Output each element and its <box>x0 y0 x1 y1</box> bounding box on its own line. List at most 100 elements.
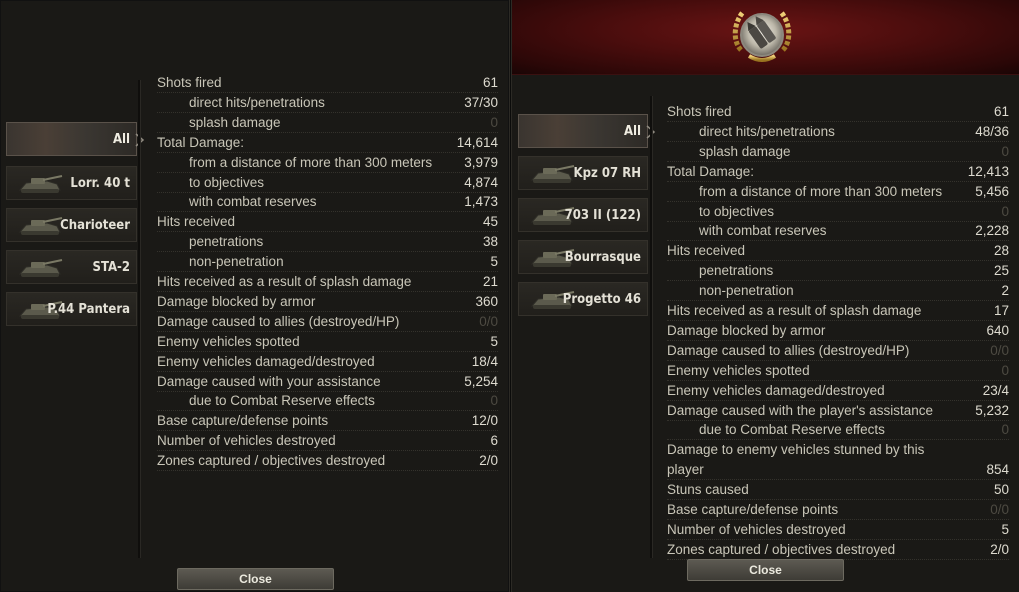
stat-row: splash damage 0 <box>667 143 1009 162</box>
stat-row: Damage caused to allies (destroyed/HP) 0/… <box>157 313 498 332</box>
stat-value: 0/0 <box>479 313 498 329</box>
stat-label: penetrations <box>699 263 774 279</box>
vehicle-tab[interactable]: P.44 Pantera <box>6 292 137 326</box>
stat-label: Damage caused to allies (destroyed/HP) <box>157 313 400 329</box>
vehicle-name: P.44 Pantera <box>47 302 130 317</box>
stat-row: Damage to enemy vehicles stunned by this <box>667 441 1009 460</box>
stat-value: 2/0 <box>479 453 498 469</box>
stat-value: 0 <box>490 114 498 130</box>
stat-label: Damage to enemy vehicles stunned by this <box>667 442 925 458</box>
vehicle-tab[interactable]: Bourrasque <box>518 240 648 274</box>
tank-icon <box>17 256 63 280</box>
vehicle-name: Charioteer <box>60 218 130 233</box>
stat-label: Damage blocked by armor <box>157 293 316 309</box>
stat-value: 5 <box>1001 521 1009 537</box>
vehicle-tab[interactable]: All <box>6 122 145 156</box>
stat-label: Damage caused to allies (destroyed/HP) <box>667 342 910 358</box>
stat-row: Enemy vehicles spotted 5 <box>157 333 498 352</box>
stat-value: 1,473 <box>464 194 498 210</box>
stat-label: with combat reserves <box>189 194 317 210</box>
stat-label: from a distance of more than 300 meters <box>189 154 433 170</box>
stat-row: due to Combat Reserve effects 0 <box>667 421 1009 441</box>
stat-row: Enemy vehicles damaged/destroyed 23/4 <box>667 382 1009 401</box>
stat-row: splash damage 0 <box>157 114 498 133</box>
medal-laurel-icon <box>732 10 792 62</box>
stat-row: with combat reserves 1,473 <box>157 193 498 213</box>
stat-value: 61 <box>482 75 498 90</box>
stat-value: 5,456 <box>975 183 1009 199</box>
stat-value: 0 <box>1001 143 1009 159</box>
stat-row: from a distance of more than 300 meters 5… <box>667 183 1009 202</box>
vehicle-tab[interactable]: All <box>518 114 656 148</box>
stat-label: penetrations <box>189 234 264 250</box>
stat-row: Damage blocked by armor 640 <box>667 322 1009 341</box>
vehicle-tab[interactable]: STA-2 <box>6 250 137 284</box>
stat-label: player <box>667 462 704 478</box>
award-banner <box>512 0 1019 75</box>
stat-label: Base capture/defense points <box>157 413 329 429</box>
vehicle-name: All <box>112 132 130 147</box>
stat-value: 37/30 <box>464 94 498 110</box>
list-divider <box>138 80 141 558</box>
vehicle-tab[interactable]: Lorr. 40 t <box>6 166 137 200</box>
stat-value: 17 <box>993 303 1009 318</box>
stat-value: 25 <box>993 263 1009 279</box>
stat-value: 14,614 <box>456 134 498 150</box>
vehicle-tab[interactable]: Kpz 07 RH <box>518 156 648 190</box>
close-button[interactable]: Close <box>177 568 334 590</box>
stat-label: Zones captured / objectives destroyed <box>157 453 386 469</box>
stat-value: 0 <box>1001 422 1009 438</box>
stat-label: Damage caused with the player's assistan… <box>667 402 933 418</box>
stat-row: Shots fired 61 <box>157 74 498 93</box>
stat-row: direct hits/penetrations 48/36 <box>667 123 1009 142</box>
stat-row: Zones captured / objectives destroyed 2/0 <box>667 541 1009 560</box>
vehicle-name: Lorr. 40 t <box>70 176 130 191</box>
stat-label: splash damage <box>189 114 281 130</box>
stat-row: Damage caused with the player's assistan… <box>667 402 1009 421</box>
stat-label: Enemy vehicles damaged/destroyed <box>667 382 885 398</box>
stat-label: Hits received as a result of splash dama… <box>667 303 922 318</box>
stat-value: 0 <box>1001 203 1009 219</box>
stat-label: direct hits/penetrations <box>699 123 835 139</box>
stat-label: to objectives <box>699 203 775 219</box>
tank-icon <box>529 162 575 186</box>
stat-value: 6 <box>490 433 498 449</box>
stat-label: Shots fired <box>667 104 732 119</box>
vehicle-name: 703 II (122) <box>564 208 641 223</box>
vehicle-tab[interactable]: Charioteer <box>6 208 137 242</box>
stat-value: 5,232 <box>975 402 1009 418</box>
close-button[interactable]: Close <box>687 559 844 581</box>
stat-row: Hits received 28 <box>667 242 1009 262</box>
stat-value: 5,254 <box>464 373 498 389</box>
stat-row: Enemy vehicles spotted 0 <box>667 362 1009 381</box>
stat-value: 0 <box>1001 362 1009 378</box>
stat-row: non-penetration 5 <box>157 253 498 273</box>
stat-label: with combat reserves <box>699 223 827 239</box>
stat-row: Damage caused with your assistance 5,254 <box>157 373 498 392</box>
stat-label: Base capture/defense points <box>667 502 839 517</box>
stat-value: 48/36 <box>975 123 1009 139</box>
stat-label: Stuns caused <box>667 482 749 498</box>
stat-label: Number of vehicles destroyed <box>667 521 846 537</box>
stat-label: Damage caused with your assistance <box>157 373 381 389</box>
vehicle-name: Bourrasque <box>564 250 641 265</box>
list-divider <box>650 96 653 558</box>
stat-row: Hits received as a result of splash dama… <box>157 273 498 292</box>
stat-label: non-penetration <box>189 254 284 270</box>
stat-label: to objectives <box>189 174 265 190</box>
stat-value: 0/0 <box>990 342 1009 358</box>
stat-label: Hits received as a result of splash dama… <box>157 274 412 289</box>
stat-value: 360 <box>475 293 498 309</box>
vehicle-tab[interactable]: Progetto 46 <box>518 282 648 316</box>
stat-value: 12/0 <box>471 413 498 429</box>
stat-label: Hits received <box>157 214 236 230</box>
stat-label: non-penetration <box>699 283 794 299</box>
stat-label: Enemy vehicles spotted <box>667 362 810 378</box>
stat-row: Number of vehicles destroyed 5 <box>667 521 1009 540</box>
stat-label: Hits received <box>667 243 746 259</box>
stat-value: 4,874 <box>464 174 498 190</box>
stat-value: 5 <box>490 333 498 349</box>
vehicle-tab[interactable]: 703 II (122) <box>518 198 648 232</box>
vehicle-name: STA-2 <box>92 260 130 275</box>
stat-value: 23/4 <box>982 382 1009 398</box>
